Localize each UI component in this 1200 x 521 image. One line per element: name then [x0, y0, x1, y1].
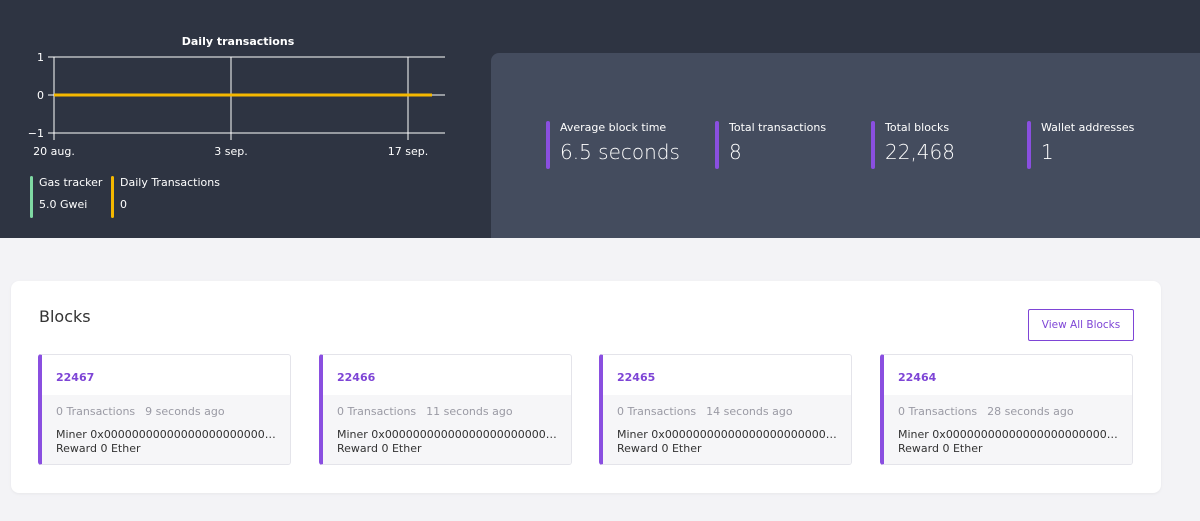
block-reward: Reward 0 Ether — [898, 442, 983, 455]
block-transactions[interactable]: 0 Transactions — [617, 405, 696, 418]
block-age: 9 seconds ago — [145, 405, 225, 418]
block-tile[interactable]: 22467 0 Transactions 9 seconds ago Miner … — [38, 354, 291, 465]
legend-label: Gas tracker — [39, 176, 103, 189]
stat-value: 6.5 seconds — [560, 140, 680, 164]
x-tick-label-3: 17 sep. — [388, 145, 428, 158]
block-number-link[interactable]: 22465 — [617, 371, 655, 384]
block-tile[interactable]: 22466 0 Transactions 11 seconds ago Miner… — [319, 354, 572, 465]
block-meta: 0 Transactions 14 seconds ago — [617, 405, 793, 418]
block-miner[interactable]: Miner 0x00000000000000000000000000000000… — [617, 428, 841, 441]
stat-total-transactions: Total transactions 8 — [715, 121, 826, 169]
stat-label: Total transactions — [729, 121, 827, 134]
stat-accent-bar — [546, 121, 550, 169]
block-number-link[interactable]: 22467 — [56, 371, 94, 384]
block-age: 11 seconds ago — [426, 405, 513, 418]
legend-label: Daily Transactions — [120, 176, 220, 189]
block-meta: 0 Transactions 9 seconds ago — [56, 405, 225, 418]
block-reward: Reward 0 Ether — [617, 442, 702, 455]
stat-value: 8 — [729, 140, 742, 164]
stat-accent-bar — [871, 121, 875, 169]
legend-value: 5.0 Gwei — [39, 198, 88, 211]
legend-color-bar — [30, 176, 33, 218]
stat-average-block-time: Average block time 6.5 seconds — [546, 121, 680, 169]
stat-label: Average block time — [560, 121, 667, 134]
y-tick-label-3: −1 — [28, 127, 44, 140]
block-meta: 0 Transactions 28 seconds ago — [898, 405, 1074, 418]
block-transactions[interactable]: 0 Transactions — [898, 405, 977, 418]
block-transactions[interactable]: 0 Transactions — [56, 405, 135, 418]
stat-accent-bar — [715, 121, 719, 169]
block-miner[interactable]: Miner 0x00000000000000000000000000000000… — [56, 428, 280, 441]
stat-label: Wallet addresses — [1041, 121, 1135, 134]
blocks-card: Blocks View All Blocks 22467 0 Transacti… — [11, 281, 1161, 493]
stat-wallet-addresses: Wallet addresses 1 — [1027, 121, 1134, 169]
block-reward: Reward 0 Ether — [56, 442, 141, 455]
block-meta: 0 Transactions 11 seconds ago — [337, 405, 513, 418]
legend-daily-transactions: Daily Transactions 0 — [111, 176, 220, 218]
block-age: 28 seconds ago — [987, 405, 1074, 418]
block-age: 14 seconds ago — [706, 405, 793, 418]
block-tile-body: 0 Transactions 9 seconds ago Miner 0x0000… — [42, 395, 290, 464]
block-tile-body: 0 Transactions 14 seconds ago Miner 0x000… — [603, 395, 851, 464]
legend-color-bar — [111, 176, 114, 218]
daily-transactions-chart: 1 0 −1 20 aug. 3 sep. 17 sep. — [28, 51, 445, 158]
block-miner[interactable]: Miner 0x00000000000000000000000000000000… — [337, 428, 561, 441]
block-tile-body: 0 Transactions 11 seconds ago Miner 0x000… — [323, 395, 571, 464]
stat-total-blocks: Total blocks 22,468 — [871, 121, 955, 169]
y-tick-label-2: 0 — [37, 89, 44, 102]
view-all-blocks-button[interactable]: View All Blocks — [1028, 309, 1134, 341]
stat-label: Total blocks — [885, 121, 950, 134]
blocks-title: Blocks — [39, 307, 91, 326]
block-tile[interactable]: 22465 0 Transactions 14 seconds ago Miner… — [599, 354, 852, 465]
x-tick-label-1: 20 aug. — [33, 145, 75, 158]
stat-value: 1 — [1041, 140, 1054, 164]
stat-value: 22,468 — [885, 140, 955, 164]
legend-gas-tracker: Gas tracker 5.0 Gwei — [30, 176, 103, 218]
block-transactions[interactable]: 0 Transactions — [337, 405, 416, 418]
stat-accent-bar — [1027, 121, 1031, 169]
block-number-link[interactable]: 22464 — [898, 371, 936, 384]
x-tick-label-2: 3 sep. — [214, 145, 247, 158]
block-number-link[interactable]: 22466 — [337, 371, 375, 384]
block-reward: Reward 0 Ether — [337, 442, 422, 455]
block-tile[interactable]: 22464 0 Transactions 28 seconds ago Miner… — [880, 354, 1133, 465]
y-tick-label-1: 1 — [37, 51, 44, 64]
block-miner[interactable]: Miner 0x00000000000000000000000000000000… — [898, 428, 1122, 441]
block-tile-body: 0 Transactions 28 seconds ago Miner 0x000… — [884, 395, 1132, 464]
legend-value: 0 — [120, 198, 127, 211]
